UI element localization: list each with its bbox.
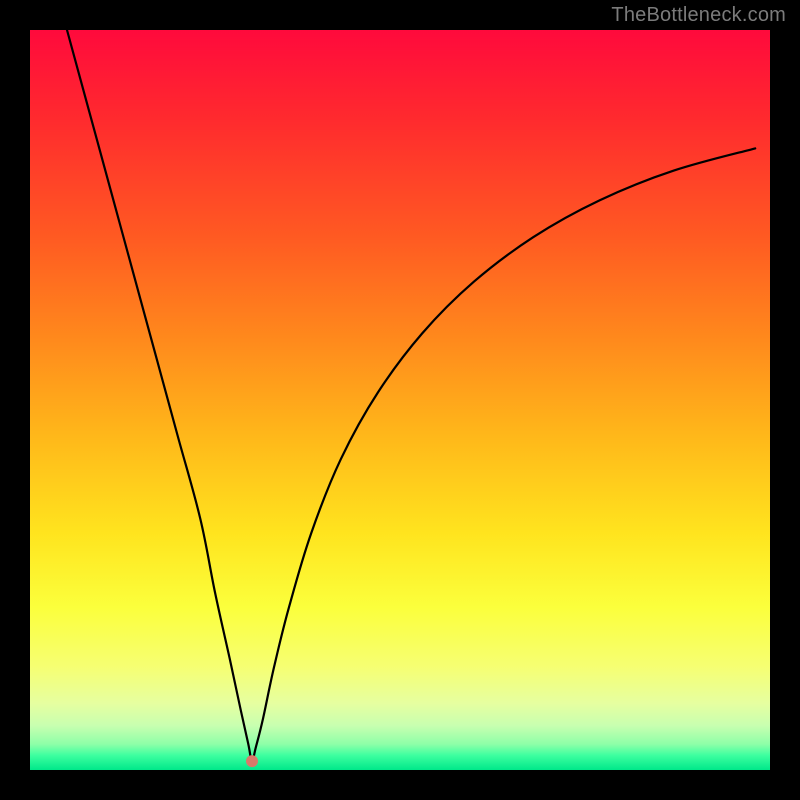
plot-area [30, 30, 770, 770]
watermark-text: TheBottleneck.com [611, 4, 786, 27]
curve-layer [30, 30, 770, 770]
chart-frame: TheBottleneck.com [0, 0, 800, 800]
minimum-marker [246, 755, 258, 767]
bottleneck-curve [67, 30, 755, 761]
